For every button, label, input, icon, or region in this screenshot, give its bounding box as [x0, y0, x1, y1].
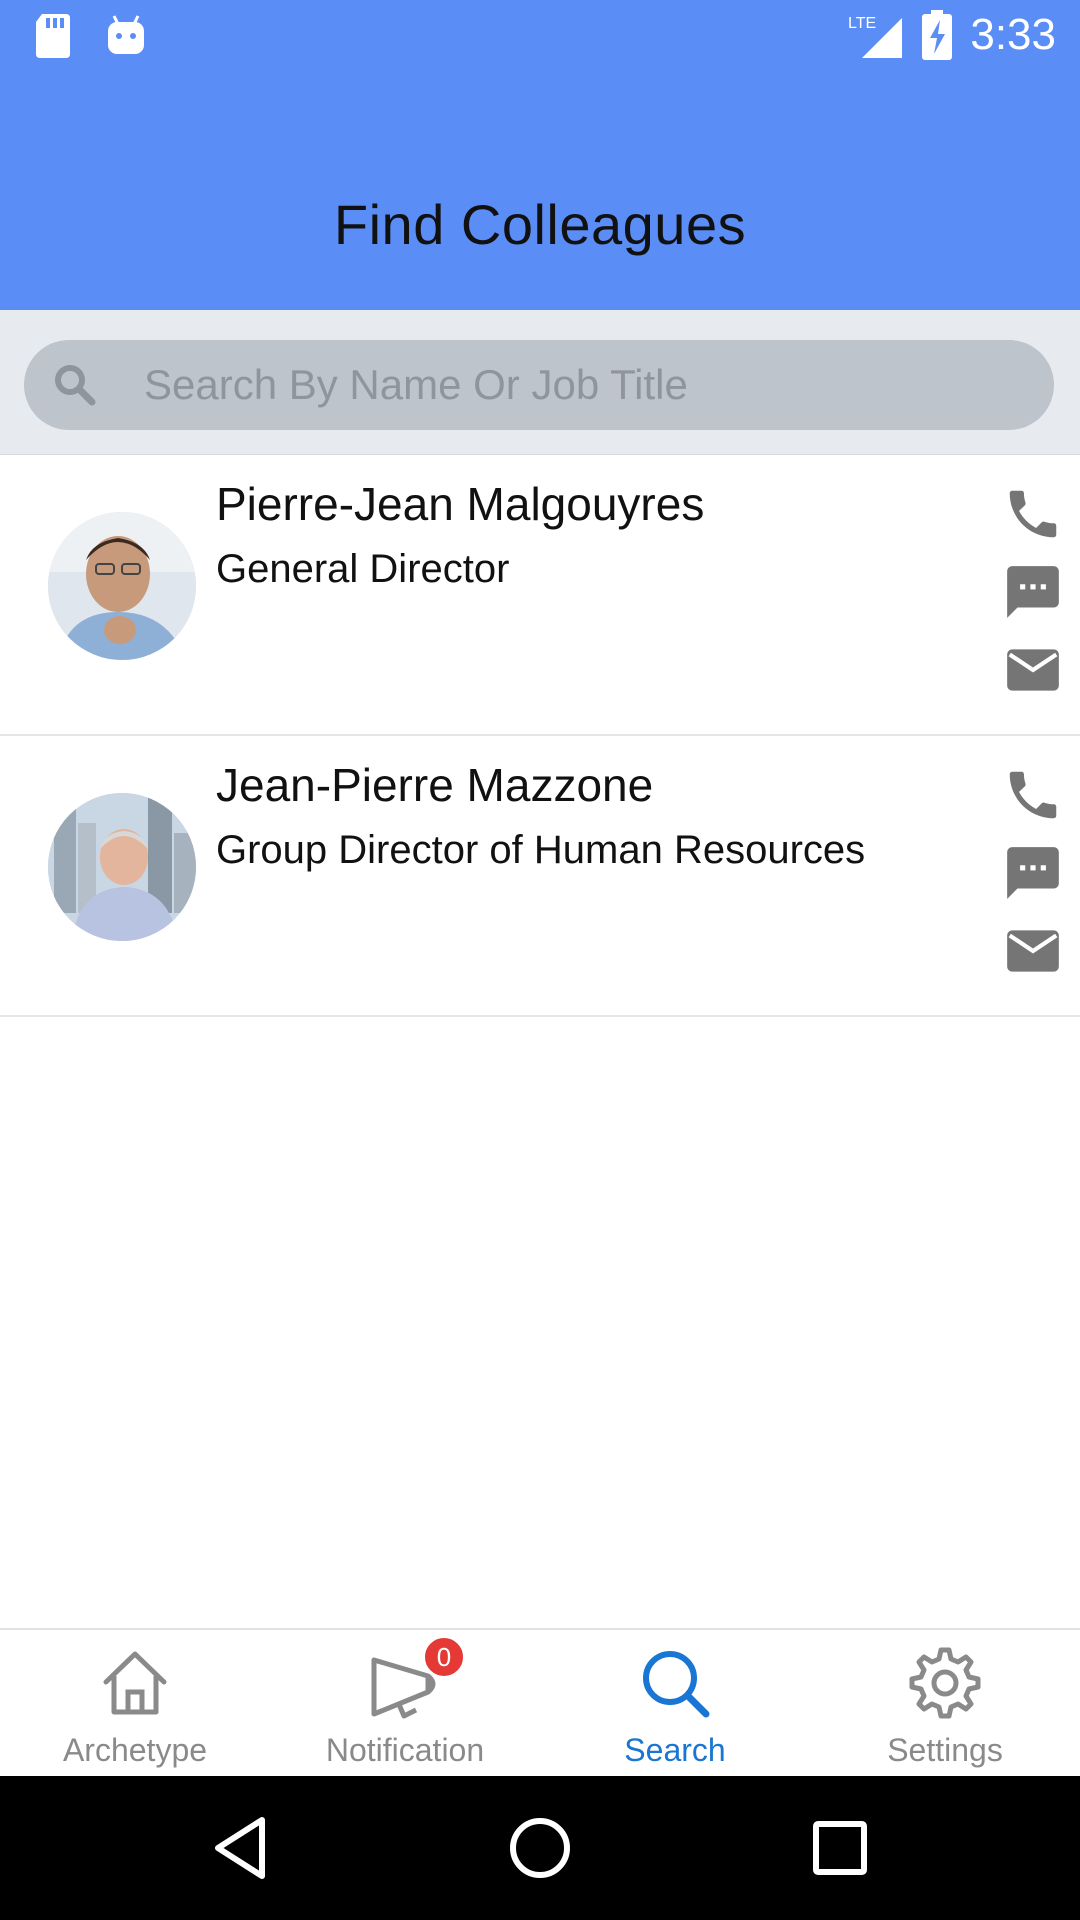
email-icon[interactable] [1002, 639, 1064, 701]
network-label: LTE [848, 15, 876, 32]
lte-signal-icon: LTE [848, 15, 903, 58]
tab-label: Notification [325, 1732, 485, 1768]
colleague-list: Pierre-Jean Malgouyres General Director [0, 455, 1080, 1017]
tab-settings[interactable]: Settings [810, 1630, 1080, 1778]
contact-actions [1002, 764, 1064, 998]
message-icon[interactable] [1002, 842, 1064, 904]
back-icon[interactable] [204, 1810, 280, 1886]
message-icon[interactable] [1002, 561, 1064, 623]
notification-badge: 0 [423, 1636, 465, 1678]
system-nav-bar [0, 1776, 1080, 1920]
tab-label: Archetype [62, 1732, 208, 1768]
email-icon[interactable] [1002, 920, 1064, 982]
colleague-name: Jean-Pierre Mazzone [216, 759, 654, 811]
search-area [0, 310, 1080, 455]
list-item[interactable]: Jean-Pierre Mazzone Group Director of Hu… [0, 736, 1080, 1017]
gear-icon [909, 1647, 981, 1719]
status-bar: LTE 3:33 [0, 0, 1080, 72]
sd-card-icon [36, 14, 70, 58]
phone-icon[interactable] [1002, 764, 1064, 826]
colleague-title: General Director [216, 547, 510, 591]
app-bar: Find Colleagues [0, 72, 1080, 310]
colleague-name: Pierre-Jean Malgouyres [216, 478, 705, 530]
search-icon [55, 365, 96, 406]
page-title: Find Colleagues [333, 193, 747, 256]
phone-icon[interactable] [1002, 483, 1064, 545]
tab-notification[interactable]: 0 Notification [270, 1630, 540, 1778]
home-icon [103, 1651, 167, 1715]
recents-icon[interactable] [802, 1810, 878, 1886]
battery-charging-icon [922, 10, 953, 60]
search-icon [643, 1651, 710, 1718]
colleague-title: Group Director of Human Resources [216, 828, 866, 872]
search-bar[interactable] [24, 340, 1054, 430]
bottom-tab-bar: Archetype 0 Notification Search Settings [0, 1628, 1080, 1778]
contact-actions [1002, 483, 1064, 717]
avatar [48, 793, 196, 941]
avatar [48, 512, 196, 660]
search-input[interactable] [142, 360, 1006, 410]
android-icon [108, 15, 144, 54]
tab-archetype[interactable]: Archetype [0, 1630, 270, 1778]
tab-search[interactable]: Search [540, 1630, 810, 1778]
list-item[interactable]: Pierre-Jean Malgouyres General Director [0, 455, 1080, 736]
tab-label: Settings [887, 1732, 1003, 1768]
home-circle-icon[interactable] [502, 1810, 578, 1886]
status-time: 3:33 [970, 10, 1056, 59]
tab-label: Search [624, 1732, 726, 1768]
